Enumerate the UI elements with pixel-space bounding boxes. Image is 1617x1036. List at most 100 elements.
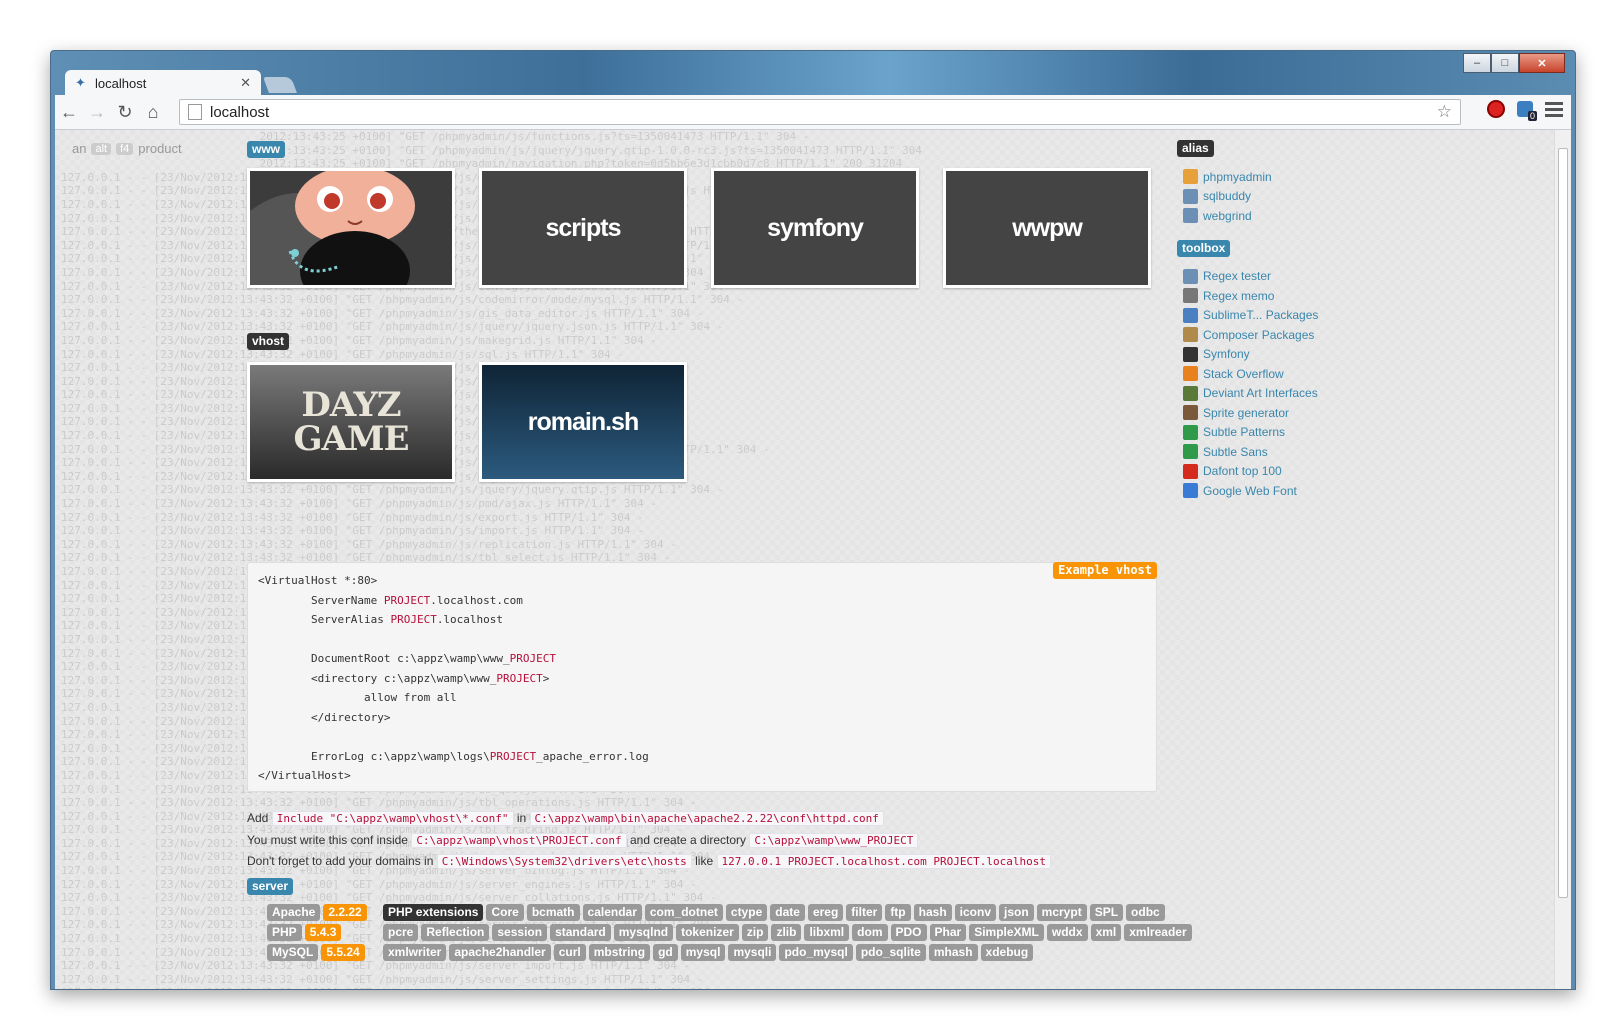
bookmark-star-icon[interactable]: ☆ bbox=[1437, 102, 1452, 122]
wrench-icon bbox=[1183, 208, 1198, 224]
php-ext-badge: Core bbox=[486, 904, 524, 921]
toolbox-link-label[interactable]: Composer Packages bbox=[1203, 328, 1314, 342]
vhost-label: vhost bbox=[247, 333, 290, 350]
window-controls: – □ ✕ bbox=[1463, 53, 1565, 73]
extension-icon-blue[interactable]: 0 bbox=[1517, 101, 1537, 121]
toolbox-link-label[interactable]: Dafont top 100 bbox=[1203, 464, 1282, 478]
toolbox-link[interactable]: Stack Overflow bbox=[1177, 364, 1318, 384]
vhost-item-romain[interactable]: romain.sh bbox=[479, 362, 687, 482]
anprod-pre: an bbox=[72, 141, 87, 156]
alias-link-label[interactable]: webgrind bbox=[1203, 209, 1252, 223]
alias-link[interactable]: sqlbuddy bbox=[1177, 187, 1318, 207]
close-tab-icon[interactable]: ✕ bbox=[240, 75, 251, 91]
extension-icon-adblock[interactable] bbox=[1487, 100, 1505, 118]
alias-label: alias bbox=[1177, 140, 1214, 157]
toolbox-link[interactable]: Subtle Sans bbox=[1177, 442, 1318, 462]
toolbox-link[interactable]: Regex memo bbox=[1177, 286, 1318, 306]
toolbox-link[interactable]: Google Web Font bbox=[1177, 481, 1318, 501]
setup-notes: Add Include "C:\appz\wamp\vhost\*.conf" … bbox=[247, 808, 1052, 873]
php-ext-badge: xml bbox=[1090, 924, 1122, 941]
toolbox-link[interactable]: Deviant Art Interfaces bbox=[1177, 384, 1318, 404]
www-item-wwpw[interactable]: wwpw bbox=[943, 168, 1151, 288]
php-ext-badge: pdo_sqlite bbox=[855, 944, 926, 961]
menu-icon[interactable] bbox=[1545, 100, 1563, 118]
toolbox-link-label[interactable]: Stack Overflow bbox=[1203, 367, 1284, 381]
code-line: </directory> bbox=[258, 710, 391, 724]
vhost-item-romain-title: romain.sh bbox=[482, 365, 684, 479]
sublime-icon bbox=[1183, 307, 1198, 323]
server-label: server bbox=[247, 878, 294, 895]
vertical-scrollbar[interactable] bbox=[1554, 130, 1571, 989]
www-item-scripts[interactable]: scripts bbox=[479, 168, 687, 288]
forward-icon[interactable]: → bbox=[83, 102, 111, 123]
toolbox-link[interactable]: SublimeT... Packages bbox=[1177, 306, 1318, 326]
vhost-thumbnails: DAYZ GAME romain.sh bbox=[247, 362, 687, 482]
toolbox-link-label[interactable]: SublimeT... Packages bbox=[1203, 308, 1318, 322]
note-line-3: Don't forget to add your domains in C:\W… bbox=[247, 851, 1052, 873]
code-project: PROJECT bbox=[390, 613, 437, 626]
dayz-image: DAYZ GAME bbox=[250, 365, 452, 479]
new-tab-button[interactable] bbox=[263, 77, 297, 93]
code-line: ServerAlias bbox=[258, 613, 391, 626]
toolbox-link-label[interactable]: Regex memo bbox=[1203, 289, 1274, 303]
url-text[interactable]: localhost bbox=[210, 104, 269, 121]
toolbox-link[interactable]: Sprite generator bbox=[1177, 403, 1318, 423]
note-code: 127.0.0.1 PROJECT.localhost.com PROJECT.… bbox=[716, 854, 1052, 869]
scrollbar-thumb[interactable] bbox=[1558, 148, 1568, 898]
toolbox-link-label[interactable]: Symfony bbox=[1203, 347, 1250, 361]
minimize-button[interactable]: – bbox=[1463, 53, 1491, 73]
dafont-icon bbox=[1183, 463, 1198, 479]
note-code: Include "C:\appz\wamp\vhost\*.conf" bbox=[271, 811, 514, 826]
favicon-icon: ✦ bbox=[75, 75, 86, 90]
toolbox-link-label[interactable]: Subtle Patterns bbox=[1203, 425, 1285, 439]
toolbox-link[interactable]: Composer Packages bbox=[1177, 325, 1318, 345]
toolbox-link[interactable]: Symfony bbox=[1177, 345, 1318, 365]
example-vhost-badge: Example vhost bbox=[1053, 562, 1157, 579]
php-ext-badge: mhash bbox=[928, 944, 978, 961]
toolbox-link-label[interactable]: Regex tester bbox=[1203, 269, 1271, 283]
code-line: .localhost.com bbox=[430, 593, 523, 607]
toolbox-link[interactable]: Dafont top 100 bbox=[1177, 462, 1318, 482]
wrench-icon bbox=[1183, 188, 1198, 204]
php-ext-badge: wddx bbox=[1046, 924, 1088, 941]
back-icon[interactable]: ← bbox=[55, 102, 83, 123]
www-item-octocat[interactable] bbox=[247, 168, 455, 288]
alias-link-label[interactable]: sqlbuddy bbox=[1203, 189, 1251, 203]
octocat-image bbox=[250, 171, 452, 285]
sidebar: alias phpmyadmin sqlbuddy webgrind toolbox… bbox=[1177, 140, 1318, 515]
tab-localhost[interactable]: ✦ localhost ✕ bbox=[65, 70, 261, 96]
note-code: C:\Windows\System32\drivers\etc\hosts bbox=[436, 854, 692, 869]
vhost-item-dayz[interactable]: DAYZ GAME bbox=[247, 362, 455, 482]
code-project: PROJECT bbox=[509, 652, 557, 665]
php-ext-badge: date bbox=[770, 904, 805, 921]
php-ext-badge: com_dotnet bbox=[644, 904, 723, 921]
php-ext-badge: libxml bbox=[804, 924, 850, 941]
octocat-icon bbox=[250, 171, 452, 285]
home-icon[interactable]: ⌂ bbox=[139, 102, 167, 123]
anprod-post: product bbox=[138, 141, 182, 156]
toolbox-link-label[interactable]: Sprite generator bbox=[1203, 406, 1289, 420]
php-ext-badge: xdebug bbox=[980, 944, 1034, 961]
note-code: C:\appz\wamp\bin\apache\apache2.2.22\con… bbox=[529, 811, 884, 826]
php-ext-badge: ereg bbox=[807, 904, 844, 921]
php-ext-badge: pdo_mysql bbox=[779, 944, 853, 961]
code-line: > bbox=[542, 671, 550, 685]
php-ext-badge: calendar bbox=[582, 904, 642, 921]
toolbox-link[interactable]: Regex tester bbox=[1177, 267, 1318, 287]
toolbox-link-label[interactable]: Deviant Art Interfaces bbox=[1203, 386, 1318, 400]
page-icon bbox=[188, 104, 202, 120]
code-line: <VirtualHost *:80> bbox=[258, 574, 378, 587]
alias-link[interactable]: webgrind bbox=[1177, 206, 1318, 226]
www-item-symfony[interactable]: symfony bbox=[711, 168, 919, 288]
reload-icon[interactable]: ↻ bbox=[111, 102, 139, 123]
maximize-button[interactable]: □ bbox=[1491, 53, 1519, 73]
alias-link-label[interactable]: phpmyadmin bbox=[1203, 170, 1272, 184]
close-window-button[interactable]: ✕ bbox=[1519, 53, 1565, 73]
php-ext-badge: pcre bbox=[383, 924, 419, 941]
alias-link[interactable]: phpmyadmin bbox=[1177, 167, 1318, 187]
address-bar[interactable]: localhost ☆ bbox=[179, 99, 1461, 125]
toolbox-link-label[interactable]: Google Web Font bbox=[1203, 484, 1297, 498]
toolbox-link[interactable]: Subtle Patterns bbox=[1177, 423, 1318, 443]
toolbox-link-label[interactable]: Subtle Sans bbox=[1203, 445, 1268, 459]
note-line-2: You must write this conf inside C:\appz\… bbox=[247, 830, 1051, 852]
